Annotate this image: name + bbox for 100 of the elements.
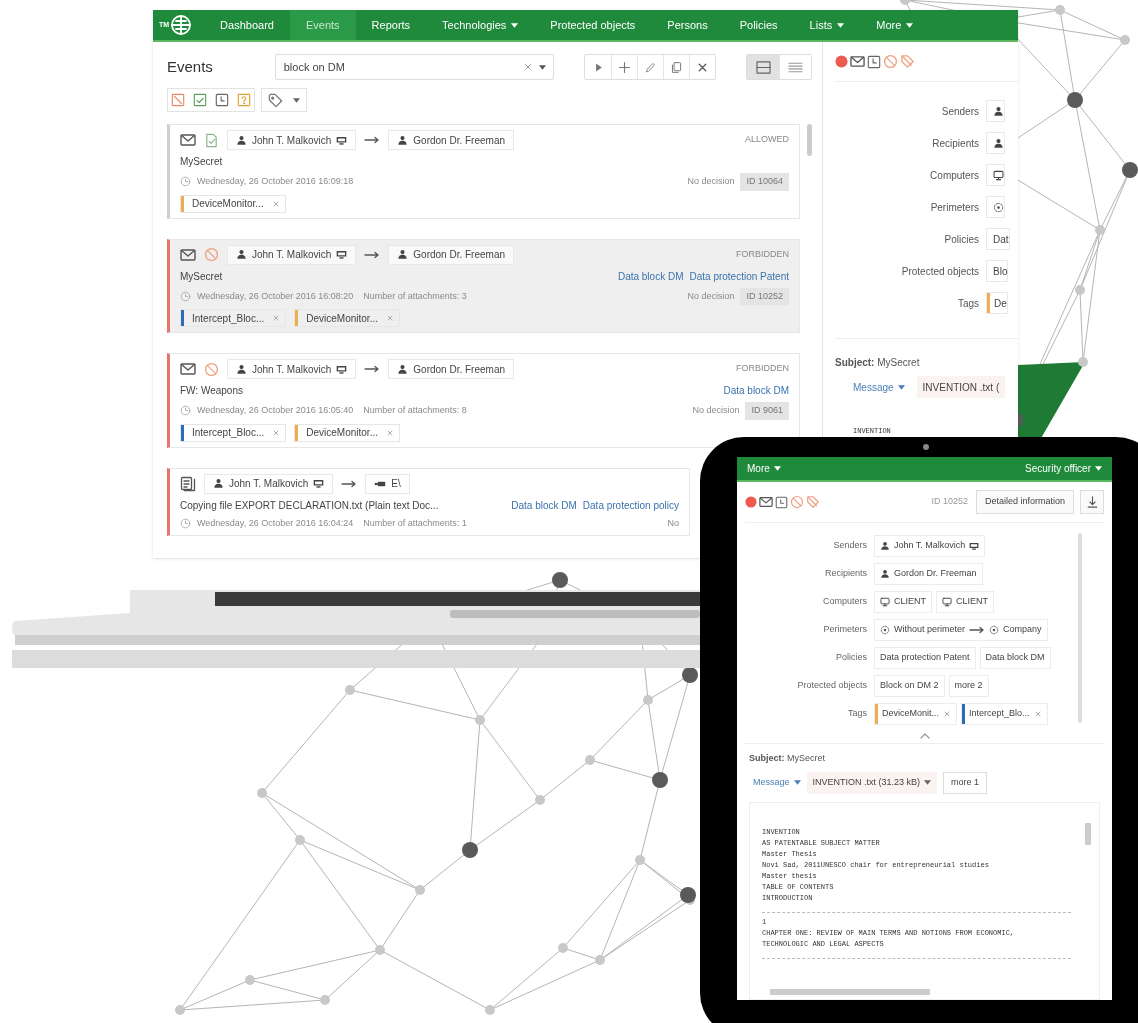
value-chip[interactable]: Data protection Patent: [874, 647, 976, 669]
tag-chip[interactable]: DeviceMonitor...: [180, 194, 286, 213]
value-chip[interactable]: CLIENT: [874, 591, 932, 613]
more-button[interactable]: more 1: [943, 771, 988, 794]
question-icon[interactable]: [237, 93, 251, 107]
field-label: Policies: [835, 651, 867, 665]
card-view-button[interactable]: [747, 55, 779, 79]
nav-tab[interactable]: Policies: [723, 10, 794, 40]
close-icon: [385, 314, 394, 322]
network-node: [415, 885, 425, 895]
details-button[interactable]: Detailed information: [975, 490, 1074, 514]
tag-chip[interactable]: DeviceMonitor...: [294, 309, 400, 327]
attachment-dropdown[interactable]: INVENTION .txt (31.23 kB): [806, 771, 938, 794]
value-chip[interactable]: CLIENT: [936, 591, 995, 613]
event-card[interactable]: John T. Malkovich Gordon Dr. Freeman FORBIDDEN FW: Weapons Data block DM Wednesday, 26 October 2016 16:05:40 Number of attachments: 8 No decision ID 9061 Intercept_Bloc... DeviceMonitor...: [167, 353, 800, 448]
network-node: [257, 788, 267, 798]
event-card[interactable]: John T. Malkovich Gordon Dr. Freeman ALLOWED MySecret Wednesday, 26 October 2016 16:09:18 No decision ID 10064 DeviceMonitor...: [167, 124, 800, 219]
attachment-dropdown[interactable]: INVENTION .txt (: [916, 376, 1006, 398]
tag-chip[interactable]: De: [986, 292, 1008, 314]
value-chip[interactable]: John T. Malkovich: [874, 535, 986, 557]
close-icon: [271, 199, 280, 208]
scrollbar-thumb[interactable]: [807, 124, 812, 156]
subject-line: Subject: MySecret: [748, 752, 827, 765]
recipient-chip[interactable]: Gordon Dr. Freeman: [388, 359, 514, 379]
network-node: [1055, 5, 1065, 15]
sender-chip[interactable]: John T. Malkovich: [227, 359, 357, 379]
message-dropdown[interactable]: Message: [753, 775, 801, 790]
clock-icon: [180, 405, 191, 417]
nav-tab[interactable]: Lists: [793, 10, 861, 40]
forbidden-tag-icon: [806, 495, 820, 509]
nav-tab[interactable]: Reports: [355, 10, 427, 40]
scrollbar-thumb[interactable]: [770, 989, 930, 995]
policy-link[interactable]: Data block DM: [617, 268, 684, 284]
document-check-icon: [204, 132, 219, 148]
nav-tab[interactable]: More: [860, 10, 930, 40]
download-icon: [1086, 496, 1098, 508]
more-menu[interactable]: More: [747, 461, 781, 476]
message-dropdown[interactable]: Message: [853, 379, 905, 395]
field-label: Perimeters: [822, 623, 867, 637]
nav-tab[interactable]: Technologies: [426, 10, 535, 40]
nav-tab[interactable]: Persons: [651, 10, 724, 40]
clock-icon[interactable]: [215, 93, 229, 107]
value-chip[interactable]: Without perimeter Company: [874, 619, 1048, 641]
event-card[interactable]: [167, 238, 800, 333]
value-chip[interactable]: [986, 100, 1005, 122]
value-chip[interactable]: [986, 164, 1005, 186]
network-node: [585, 755, 595, 765]
field-label: Protected objects: [796, 679, 867, 693]
value-chip[interactable]: Data block DM: [979, 647, 1051, 669]
sender-chip[interactable]: John T. Malkovich: [204, 473, 334, 494]
user-menu[interactable]: Security officer: [1025, 461, 1102, 476]
value-chip[interactable]: Blo: [986, 260, 1009, 282]
network-node: [475, 715, 485, 725]
recipient-chip[interactable]: Gordon Dr. Freeman: [388, 130, 514, 150]
tag-filter-button[interactable]: [261, 88, 307, 112]
value-chip[interactable]: Gordon Dr. Freeman: [874, 563, 983, 585]
value-chip[interactable]: Dat: [986, 228, 1010, 250]
policy-link[interactable]: Data protection Patent: [689, 268, 789, 284]
nav-tab[interactable]: Protected objects: [534, 10, 652, 40]
recipient-chip[interactable]: E\: [365, 473, 410, 494]
value-chip[interactable]: [986, 132, 1005, 154]
monitor-icon: [313, 478, 325, 489]
event-timestamp: Wednesday, 26 October 2016 16:05:40: [197, 404, 354, 417]
caret-icon: [897, 384, 905, 390]
panel-title: Events: [167, 56, 214, 77]
list-view-button[interactable]: [779, 55, 811, 79]
tag-chip[interactable]: Intercept_Bloc...: [180, 423, 287, 442]
close-icon: [272, 428, 281, 437]
policy-link[interactable]: Data protection policy: [582, 497, 679, 513]
policy-link[interactable]: Data block DM: [511, 497, 577, 513]
tag-chip[interactable]: Intercept_Blo...: [961, 703, 1048, 725]
monitor-icon: [336, 134, 348, 146]
field-label: Senders: [832, 539, 867, 553]
scrollbar-thumb[interactable]: [1085, 822, 1091, 845]
value-chip[interactable]: more 2: [948, 675, 989, 697]
monitor-icon: [880, 597, 890, 607]
recipient-chip[interactable]: Gordon Dr. Freeman: [388, 244, 514, 265]
tag-chip[interactable]: DeviceMonit...: [874, 703, 958, 725]
decision-label: No decision: [687, 175, 735, 188]
caret-icon: [837, 22, 845, 28]
event-card[interactable]: John T. Malkovich E\ Copying file EXPORT DECLARATION.txt (Plain text Doc... Data block DM Data protection policy Wednesday, 26 October 2016 16:04:24 Number of attachments: 1 No: [167, 467, 690, 536]
value-chip[interactable]: Block on DM 2: [874, 675, 945, 697]
nav-tab[interactable]: Dashboard: [204, 10, 290, 40]
check-icon[interactable]: [193, 93, 207, 107]
perimeter-icon: [989, 625, 1000, 635]
scrollbar[interactable]: [1078, 533, 1082, 723]
field-label: Recipients: [823, 567, 867, 581]
network-node: [635, 855, 645, 865]
person-icon: [993, 105, 1004, 117]
tag-chip[interactable]: Intercept_Bloc...: [180, 309, 287, 327]
sender-chip[interactable]: John T. Malkovich: [227, 244, 357, 265]
download-button[interactable]: [1080, 490, 1104, 514]
forbidden-icon[interactable]: [171, 93, 185, 107]
policy-link[interactable]: Data block DM: [723, 383, 789, 398]
network-node: [320, 995, 330, 1005]
sender-chip[interactable]: John T. Malkovich: [227, 130, 357, 150]
search-field[interactable]: block on DM: [274, 54, 554, 80]
tag-chip[interactable]: DeviceMonitor...: [294, 423, 400, 442]
field-label: Recipients: [931, 136, 979, 151]
decision-label: No decision: [687, 289, 735, 303]
